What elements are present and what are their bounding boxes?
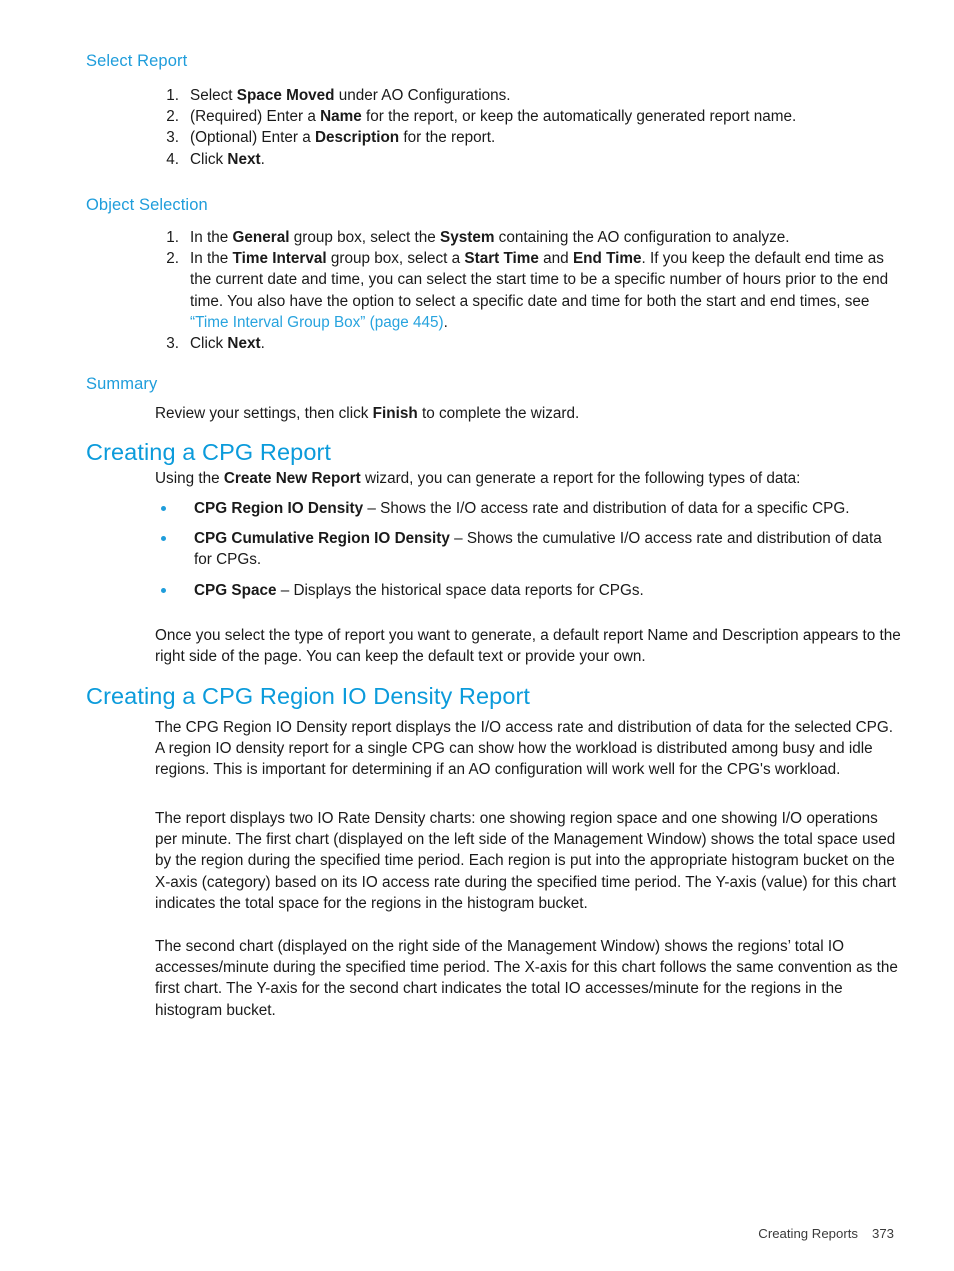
- heading-summary: Summary: [86, 375, 158, 393]
- list-item: CPG Cumulative Region IO Density – Shows…: [155, 528, 900, 570]
- step-text: group box, select the: [289, 229, 441, 246]
- step-text-bold: Start Time: [464, 250, 539, 268]
- summary-text-bold: Finish: [372, 405, 418, 422]
- list-number: 3.: [166, 129, 179, 147]
- step-text: group box, select a: [326, 250, 465, 268]
- document-page: Select Report 1. Select Space Moved unde…: [0, 0, 954, 1271]
- step-text-bold: System: [440, 229, 495, 246]
- summary-text-post: to complete the wizard.: [417, 405, 580, 422]
- summary-text-pre: Review your settings, then click: [155, 405, 373, 422]
- step-text-pre: Click: [190, 150, 228, 168]
- step-text-bold: Next: [227, 335, 261, 353]
- step-text-pre: (Optional) Enter a: [190, 129, 315, 147]
- step-text-post: for the report.: [399, 129, 496, 147]
- region-io-density-paragraph-1: The CPG Region IO Density report display…: [155, 719, 894, 779]
- step-text-bold: Next: [227, 150, 261, 168]
- cross-reference-link-time-interval-group-box[interactable]: “Time Interval Group Box” (page 445): [190, 314, 444, 331]
- step-text: .: [443, 313, 448, 331]
- list-item: 3. Click Next.: [155, 333, 900, 354]
- bullet-icon: [161, 536, 166, 542]
- step-text: Click: [190, 335, 228, 353]
- step-text: containing the AO configuration to analy…: [494, 229, 790, 246]
- step-text-pre: Select: [190, 87, 237, 104]
- intro-text-pre: Using the: [155, 470, 224, 487]
- list-item: 2. (Required) Enter a Name for the repor…: [155, 106, 900, 127]
- intro-text-bold: Create New Report: [223, 470, 361, 487]
- summary-paragraph: Review your settings, then click Finish …: [155, 403, 900, 424]
- list-item: 1. Select Space Moved under AO Configura…: [155, 85, 900, 106]
- cpg-report-type-list: CPG Region IO Density – Shows the I/O ac…: [155, 498, 900, 601]
- list-item: 1. In the General group box, select the …: [155, 227, 900, 248]
- bullet-term: CPG Space: [194, 581, 277, 599]
- step-text-post: .: [260, 150, 265, 168]
- footer-section-label: Creating Reports: [758, 1226, 858, 1242]
- select-report-step-list: 1. Select Space Moved under AO Configura…: [155, 85, 900, 170]
- list-item: 4. Click Next.: [155, 149, 900, 170]
- region-io-density-paragraph-3: The second chart (displayed on the right…: [155, 938, 898, 1019]
- step-text-bold: General: [232, 229, 290, 246]
- bullet-term: CPG Cumulative Region IO Density: [194, 530, 450, 548]
- step-text: and: [538, 250, 573, 268]
- step-text-bold: Space Moved: [236, 87, 335, 104]
- heading-select-report: Select Report: [86, 52, 188, 70]
- list-number: 4.: [166, 150, 179, 168]
- list-number: 1.: [166, 87, 179, 104]
- step-text-post: for the report, or keep the automaticall…: [361, 108, 797, 126]
- heading-creating-a-cpg-region-io-density-report: Creating a CPG Region IO Density Report: [86, 683, 531, 709]
- list-number: 3.: [166, 335, 179, 353]
- intro-text-post: wizard, you can generate a report for th…: [360, 470, 801, 487]
- list-item: CPG Region IO Density – Shows the I/O ac…: [155, 498, 900, 519]
- bullet-term: CPG Region IO Density: [194, 500, 364, 517]
- footer-page-number: 373: [871, 1226, 894, 1242]
- list-item: 2. In the Time Interval group box, selec…: [155, 248, 900, 333]
- object-selection-step-list: 1. In the General group box, select the …: [155, 227, 900, 354]
- page-footer: Creating Reports 373: [0, 1226, 894, 1242]
- list-number: 1.: [166, 229, 179, 246]
- bullet-icon: [161, 587, 166, 593]
- region-io-density-paragraph-2: The report displays two IO Rate Density …: [155, 810, 897, 912]
- step-text: In the: [190, 229, 233, 246]
- step-text-pre: (Required) Enter a: [190, 108, 321, 126]
- cpg-report-intro-paragraph: Using the Create New Report wizard, you …: [155, 468, 900, 489]
- list-item: 3. (Optional) Enter a Description for th…: [155, 127, 900, 148]
- step-text-bold: End Time: [572, 250, 642, 268]
- step-text-bold: Name: [320, 108, 362, 126]
- step-text-bold: Description: [314, 129, 400, 147]
- step-text: .: [260, 335, 265, 353]
- step-text-post: under AO Configurations.: [334, 87, 511, 104]
- list-number: 2.: [166, 108, 179, 126]
- bullet-definition: – Displays the historical space data rep…: [276, 581, 644, 599]
- step-text-bold: Time Interval: [232, 250, 327, 268]
- step-text: In the: [190, 250, 233, 268]
- list-number: 2.: [166, 250, 179, 268]
- bullet-definition: – Shows the I/O access rate and distribu…: [363, 500, 850, 517]
- heading-creating-a-cpg-report: Creating a CPG Report: [86, 439, 332, 465]
- list-item: CPG Space – Displays the historical spac…: [155, 580, 900, 601]
- cpg-report-closing-paragraph: Once you select the type of report you w…: [155, 627, 901, 666]
- bullet-icon: [161, 506, 166, 511]
- heading-object-selection: Object Selection: [86, 196, 208, 214]
